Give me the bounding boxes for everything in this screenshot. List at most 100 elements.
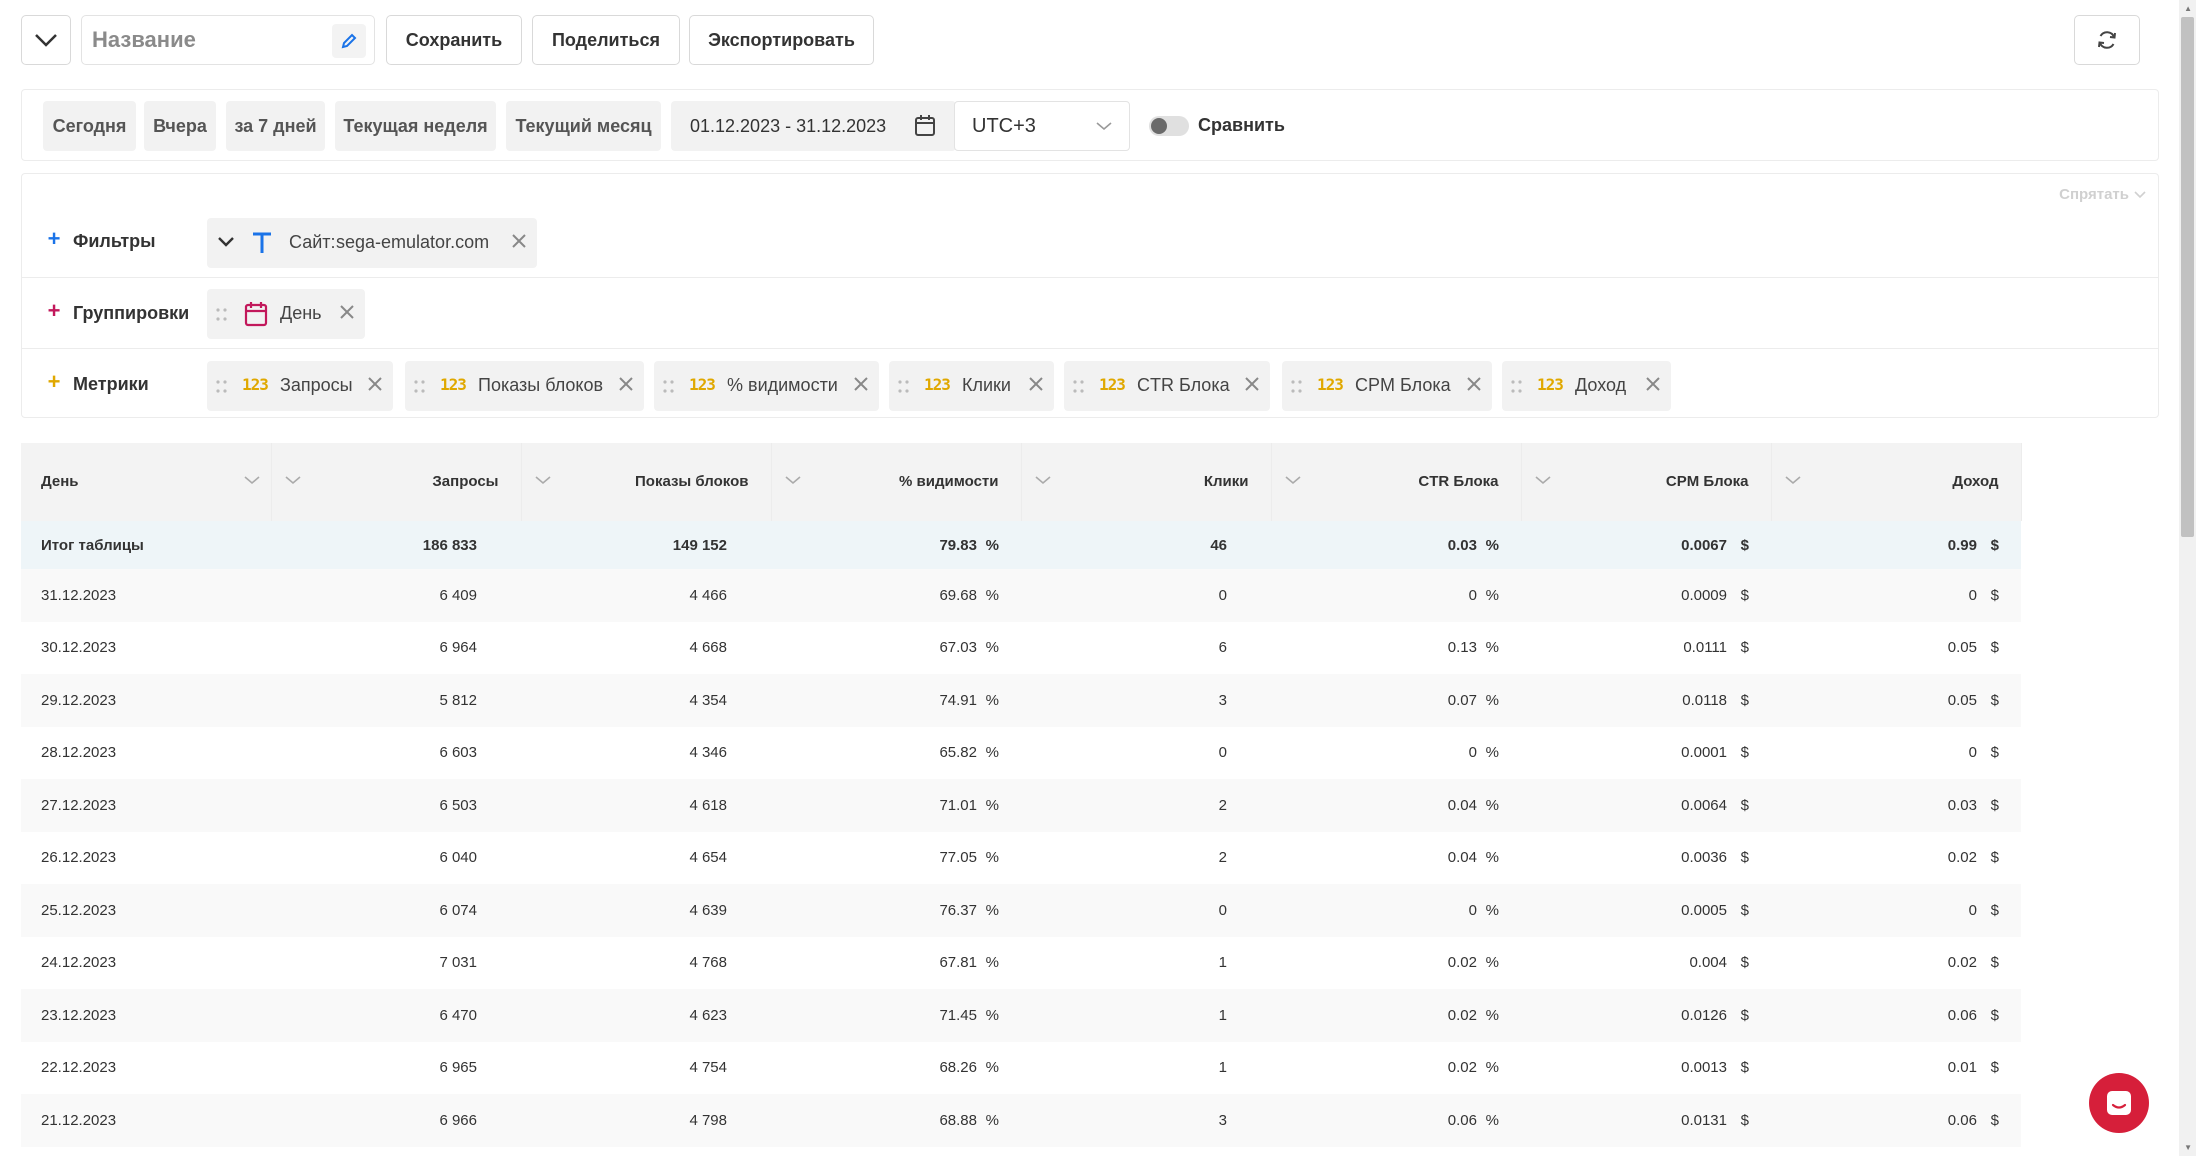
metric-tag[interactable]: 123 CTR Блока (1064, 361, 1270, 411)
drag-handle-icon[interactable] (898, 380, 910, 394)
metric-tag[interactable]: 123 Клики (889, 361, 1054, 411)
chevron-down-icon[interactable] (1284, 474, 1302, 486)
close-icon[interactable] (1028, 376, 1044, 392)
table-row[interactable]: 30.12.2023 6 964 4 668 67.03% 6 0.13% 0.0111 $0… (21, 622, 2021, 675)
chevron-down-icon[interactable] (217, 236, 235, 248)
drag-handle-icon[interactable] (1511, 380, 1523, 394)
cell-unit: % (1485, 744, 1499, 762)
support-chat-button[interactable] (2089, 1073, 2149, 1133)
hide-config-link[interactable]: Спрятать (2059, 186, 2146, 203)
close-icon[interactable] (339, 304, 355, 320)
cell-value: 0.02 (1447, 1006, 1477, 1024)
table-row[interactable]: 29.12.2023 5 812 4 354 74.91% 3 0.07% 0.0118 $0… (21, 674, 2021, 727)
chevron-down-icon[interactable] (1034, 474, 1052, 486)
close-icon[interactable] (1466, 376, 1482, 392)
chevron-down-icon[interactable] (534, 474, 552, 486)
column-header-visibility[interactable]: % видимости (771, 443, 1022, 521)
drag-handle-icon[interactable] (1073, 380, 1085, 394)
table-row[interactable]: 31.12.2023 6 409 4 466 69.68% 0 0% 0.0009 $0 $ (21, 569, 2021, 622)
timezone-value: UTC+3 (972, 114, 1036, 137)
scroll-up-arrow-icon[interactable]: ▲ (2184, 4, 2192, 13)
table-row[interactable]: 25.12.2023 6 074 4 639 76.37% 0 0% 0.0005 $0 $ (21, 884, 2021, 937)
table-cell: 0.06 $ (1771, 989, 2021, 1042)
close-icon[interactable] (853, 376, 869, 392)
drag-handle-icon[interactable] (414, 380, 426, 394)
save-button[interactable]: Сохранить (386, 15, 522, 65)
add-grouping-button[interactable]: + (44, 298, 64, 324)
close-icon[interactable] (1645, 376, 1661, 392)
column-header-day[interactable]: День (21, 443, 272, 521)
page-scrollbar[interactable]: ▲ ▼ (2179, 0, 2196, 1156)
cell-value: 6 040 (439, 849, 477, 867)
chevron-down-icon (35, 34, 57, 47)
drag-handle-icon[interactable] (216, 308, 228, 322)
table-row[interactable]: 24.12.2023 7 031 4 768 67.81% 1 0.02% 0.004 $0.… (21, 937, 2021, 990)
cell-value: 6 503 (439, 796, 477, 814)
report-name-input[interactable] (82, 16, 322, 64)
scrollbar-thumb[interactable] (2181, 17, 2194, 537)
column-header-requests[interactable]: Запросы (271, 443, 522, 521)
refresh-button[interactable] (2074, 15, 2140, 65)
table-total-row: Итог таблицы 186 833 149 152 79.83% 46 0.03% 0… (21, 521, 2021, 569)
chevron-down-icon[interactable] (1534, 474, 1552, 486)
groupings-row: + Группировки День (22, 277, 2158, 347)
metric-tag[interactable]: 123 Показы блоков (405, 361, 644, 411)
compare-toggle[interactable] (1149, 116, 1189, 136)
close-icon[interactable] (511, 233, 527, 249)
cell-value: 0.07 (1447, 691, 1477, 709)
chevron-down-icon[interactable] (284, 474, 302, 486)
edit-name-button[interactable] (332, 24, 366, 58)
metric-tag[interactable]: 123 % видимости (654, 361, 879, 411)
scroll-down-arrow-icon[interactable]: ▼ (2184, 1143, 2192, 1152)
preset-7-days[interactable]: за 7 дней (226, 101, 325, 151)
metric-tag[interactable]: 123 CPM Блока (1282, 361, 1492, 411)
share-button[interactable]: Поделиться (532, 15, 680, 65)
metric-tag[interactable]: 123 Доход (1502, 361, 1671, 411)
column-header-clicks[interactable]: Клики (1021, 443, 1272, 521)
cell-unit: % (1485, 1006, 1499, 1024)
cell-value: 4 654 (689, 849, 727, 867)
report-config-panel: Спрятать + Фильтры Сайт: sega-emulator.c… (21, 173, 2159, 418)
chevron-down-icon[interactable] (784, 474, 802, 486)
table-cell: 74.91% (771, 674, 1021, 727)
drag-handle-icon[interactable] (216, 380, 228, 394)
cell-value: 0.0131 (1681, 1111, 1727, 1129)
cell-unit: $ (1990, 1111, 1999, 1129)
add-filter-button[interactable]: + (44, 226, 64, 252)
close-icon[interactable] (367, 376, 383, 392)
preset-current-month[interactable]: Текущий месяц (506, 101, 661, 151)
column-header-revenue[interactable]: Доход (1771, 443, 2022, 521)
preset-yesterday[interactable]: Вчера (144, 101, 216, 151)
cell-unit: % (985, 901, 999, 919)
drag-handle-icon[interactable] (1291, 380, 1303, 394)
table-cell: 6 503 (271, 779, 521, 832)
table-row[interactable]: 22.12.2023 6 965 4 754 68.26% 1 0.02% 0.0013 $0… (21, 1042, 2021, 1095)
preset-today[interactable]: Сегодня (43, 101, 136, 151)
metric-tag[interactable]: 123 Запросы (207, 361, 393, 411)
table-row[interactable]: 23.12.2023 6 470 4 623 71.45% 1 0.02% 0.0126 $0… (21, 989, 2021, 1042)
timezone-select[interactable]: UTC+3 (954, 101, 1130, 151)
export-button[interactable]: Экспортировать (689, 15, 874, 65)
collapse-button[interactable] (21, 15, 71, 65)
column-header-ctr[interactable]: CTR Блока (1271, 443, 1522, 521)
close-icon[interactable] (618, 376, 634, 392)
preset-current-week[interactable]: Текущая неделя (335, 101, 496, 151)
date-range-picker[interactable]: 01.12.2023 - 31.12.2023 (671, 101, 956, 151)
table-row[interactable]: 28.12.2023 6 603 4 346 65.82% 0 0% 0.0001 $0 $ (21, 727, 2021, 780)
close-icon[interactable] (1244, 376, 1260, 392)
column-header-cpm[interactable]: CPM Блока (1521, 443, 1772, 521)
chevron-down-icon[interactable] (243, 474, 261, 486)
cell-unit: % (985, 536, 999, 554)
add-metric-button[interactable]: + (44, 369, 64, 395)
table-cell: 0 (1021, 727, 1271, 780)
table-row[interactable]: 26.12.2023 6 040 4 654 77.05% 2 0.04% 0.0036 $0… (21, 832, 2021, 885)
drag-handle-icon[interactable] (663, 380, 675, 394)
cell-value: 6 409 (439, 586, 477, 604)
filter-tag-site[interactable]: Сайт: sega-emulator.com (207, 218, 537, 268)
table-row[interactable]: 21.12.2023 6 966 4 798 68.88% 3 0.06% 0.0131 $0… (21, 1094, 2021, 1147)
grouping-tag-day[interactable]: День (207, 289, 365, 339)
table-row[interactable]: 27.12.2023 6 503 4 618 71.01% 2 0.04% 0.0064 $0… (21, 779, 2021, 832)
metrics-row: + Метрики 123 Запросы 123 Показы блоков … (22, 348, 2158, 418)
chevron-down-icon[interactable] (1784, 474, 1802, 486)
column-header-block-impressions[interactable]: Показы блоков (521, 443, 772, 521)
